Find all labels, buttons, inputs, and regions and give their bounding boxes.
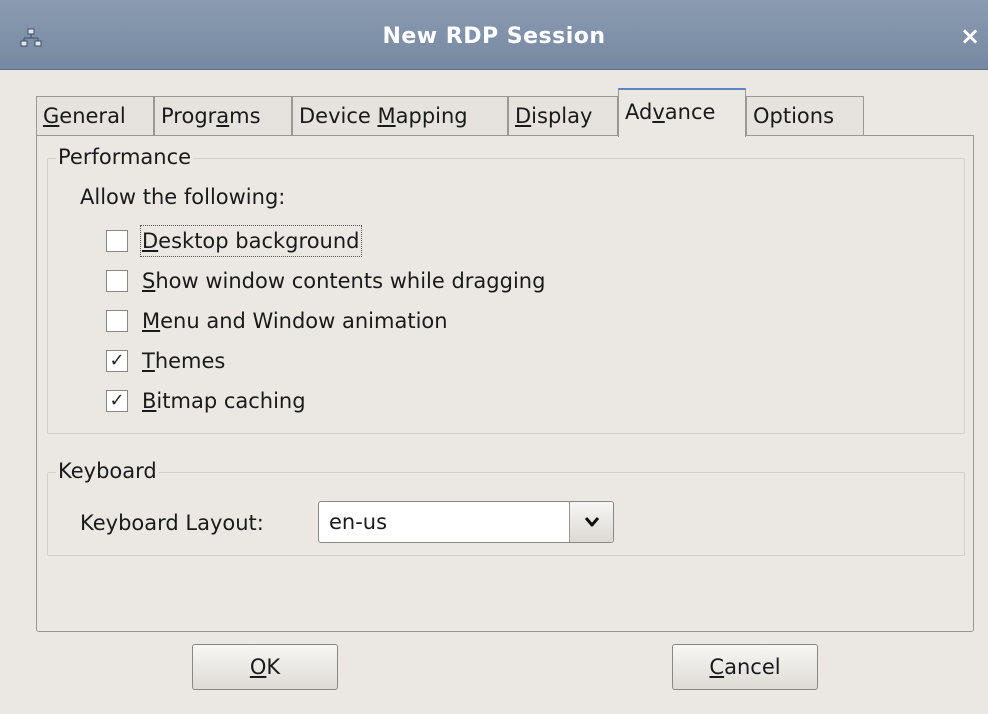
window-title: New RDP Session [382, 24, 606, 49]
tab-display[interactable]: Display [508, 96, 618, 136]
desktop-background-checkbox[interactable] [106, 230, 128, 252]
themes-label[interactable]: Themes [142, 347, 225, 375]
advance-tab-panel: Performance Allow the following: Desktop… [36, 135, 974, 632]
chevron-down-icon [584, 517, 599, 527]
tab-advance[interactable]: Advance [618, 88, 746, 137]
keyboard-layout-value: en-us [329, 510, 388, 534]
tab-device-mapping[interactable]: Device Mapping [292, 96, 508, 136]
close-icon[interactable]: × [960, 22, 988, 50]
cancel-button[interactable]: Cancel [672, 644, 818, 690]
cancel-button-label: Cancel [709, 655, 781, 679]
desktop-background-label[interactable]: Desktop background [140, 225, 362, 257]
tab-general[interactable]: General [36, 96, 154, 136]
tab-label: Display [515, 104, 593, 128]
ok-button-label: OK [249, 655, 281, 679]
performance-group: Performance Allow the following: Desktop… [47, 145, 965, 434]
tab-label: Advance [625, 100, 716, 124]
show-window-contents-checkbox[interactable] [106, 270, 128, 292]
menu-window-animation-label[interactable]: Menu and Window animation [142, 307, 448, 335]
menu-window-animation-checkbox[interactable] [106, 310, 128, 332]
keyboard-group: Keyboard Keyboard Layout: en-us [47, 459, 965, 556]
tab-label: Device Mapping [299, 104, 468, 128]
performance-legend: Performance [56, 145, 194, 169]
keyboard-legend: Keyboard [56, 459, 159, 483]
ok-button[interactable]: OK [192, 644, 338, 690]
tab-label: Programs [161, 104, 261, 128]
title-bar[interactable]: New RDP Session × [0, 0, 988, 70]
keyboard-layout-label: Keyboard Layout: [80, 511, 264, 535]
tab-programs[interactable]: Programs [154, 96, 292, 136]
keyboard-layout-select[interactable]: en-us [318, 501, 614, 543]
themes-checkbox[interactable]: ✓ [106, 350, 128, 372]
allow-following-label: Allow the following: [80, 185, 286, 209]
dropdown-button[interactable] [569, 502, 613, 542]
show-window-contents-label[interactable]: Show window contents while dragging [142, 267, 545, 295]
tab-options[interactable]: Options [746, 96, 864, 136]
bitmap-caching-checkbox[interactable]: ✓ [106, 390, 128, 412]
bitmap-caching-label[interactable]: Bitmap caching [142, 387, 306, 415]
tab-label: General [43, 104, 126, 128]
tab-label: Options [753, 104, 835, 128]
